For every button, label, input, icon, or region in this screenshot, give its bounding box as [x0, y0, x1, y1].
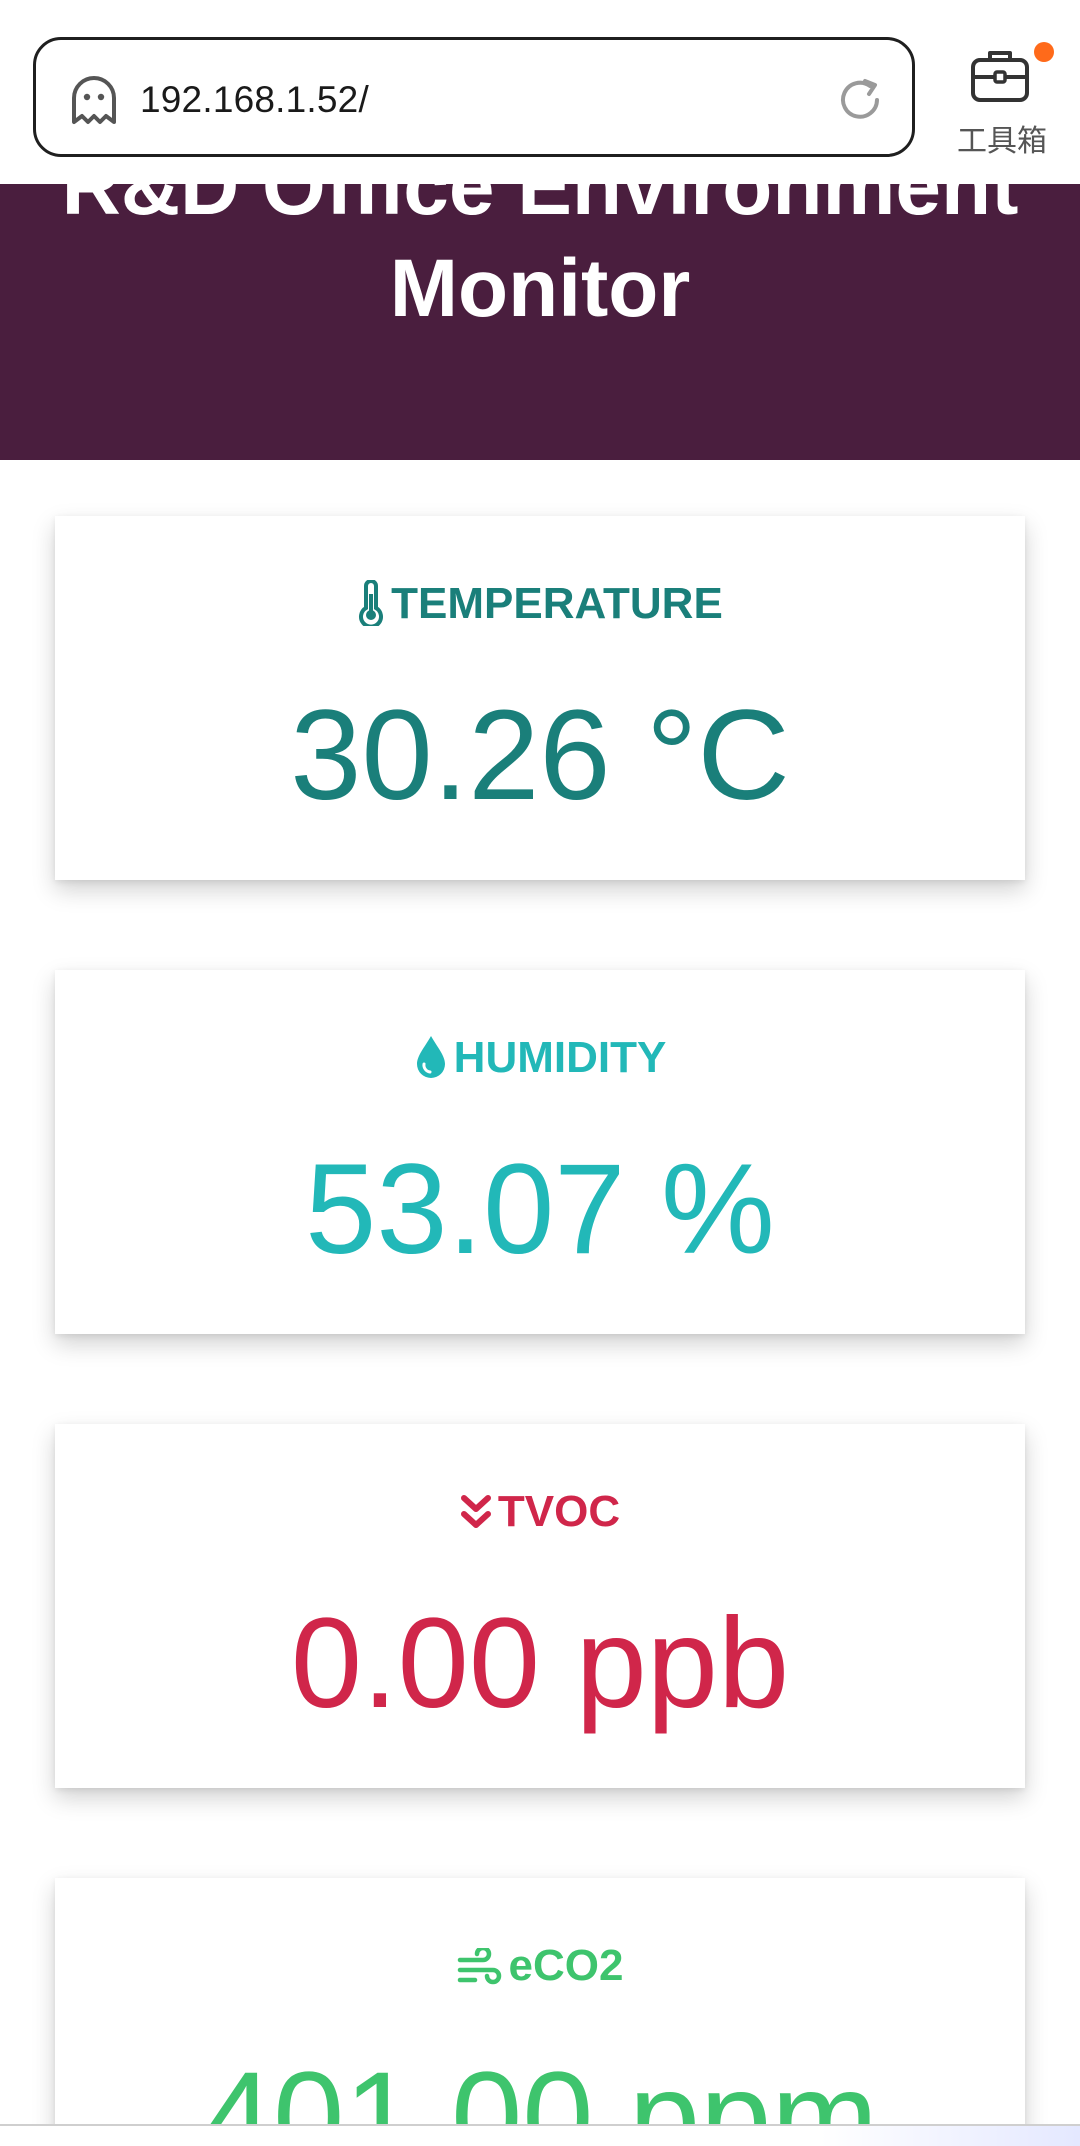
eco2-label: eCO2 — [508, 1941, 624, 1990]
humidity-label: HUMIDITY — [453, 1033, 667, 1082]
humidity-card: HUMIDITY 53.07 % — [55, 970, 1025, 1334]
humidity-label-row: HUMIDITY — [55, 1030, 1025, 1086]
toolbox-icon — [971, 51, 1029, 102]
temperature-label: TEMPERATURE — [391, 579, 723, 628]
toolbox-button[interactable]: 工具箱 — [956, 36, 1054, 159]
temperature-card: TEMPERATURE 30.26 °C — [55, 516, 1025, 880]
humidity-value: 53.07 % — [305, 1138, 775, 1281]
temperature-label-row: TEMPERATURE — [55, 576, 1025, 632]
gesture-bar-glow — [820, 2126, 1080, 2146]
tvoc-card: TVOC 0.00 ppb — [55, 1424, 1025, 1788]
page: 192.168.1.52/ 工具箱 R&D Office Environment… — [0, 0, 1080, 2146]
toolbox-label: 工具箱 — [957, 124, 1047, 159]
tvoc-label-row: TVOC — [55, 1484, 1025, 1540]
ghost-icon[interactable] — [66, 72, 122, 128]
tvoc-label: TVOC — [497, 1487, 621, 1536]
wind-icon — [457, 1945, 501, 1985]
double-chevron-down-icon — [460, 1495, 491, 1528]
page-header: R&D Office Environment Monitor — [0, 141, 1080, 460]
url-text[interactable]: 192.168.1.52/ — [140, 74, 369, 126]
eco2-label-row: eCO2 — [55, 1938, 1025, 1994]
eco2-card: eCO2 401.00 ppm — [55, 1878, 1025, 2146]
droplet-icon — [416, 1036, 445, 1078]
reload-icon[interactable] — [835, 75, 885, 125]
notification-dot — [1034, 42, 1054, 62]
thermometer-icon — [359, 579, 384, 629]
tvoc-value: 0.00 ppb — [290, 1592, 790, 1735]
address-bar[interactable]: 192.168.1.52/ — [33, 37, 915, 157]
browser-toolbar: 192.168.1.52/ 工具箱 — [0, 0, 1080, 184]
temperature-value: 30.26 °C — [290, 684, 790, 827]
